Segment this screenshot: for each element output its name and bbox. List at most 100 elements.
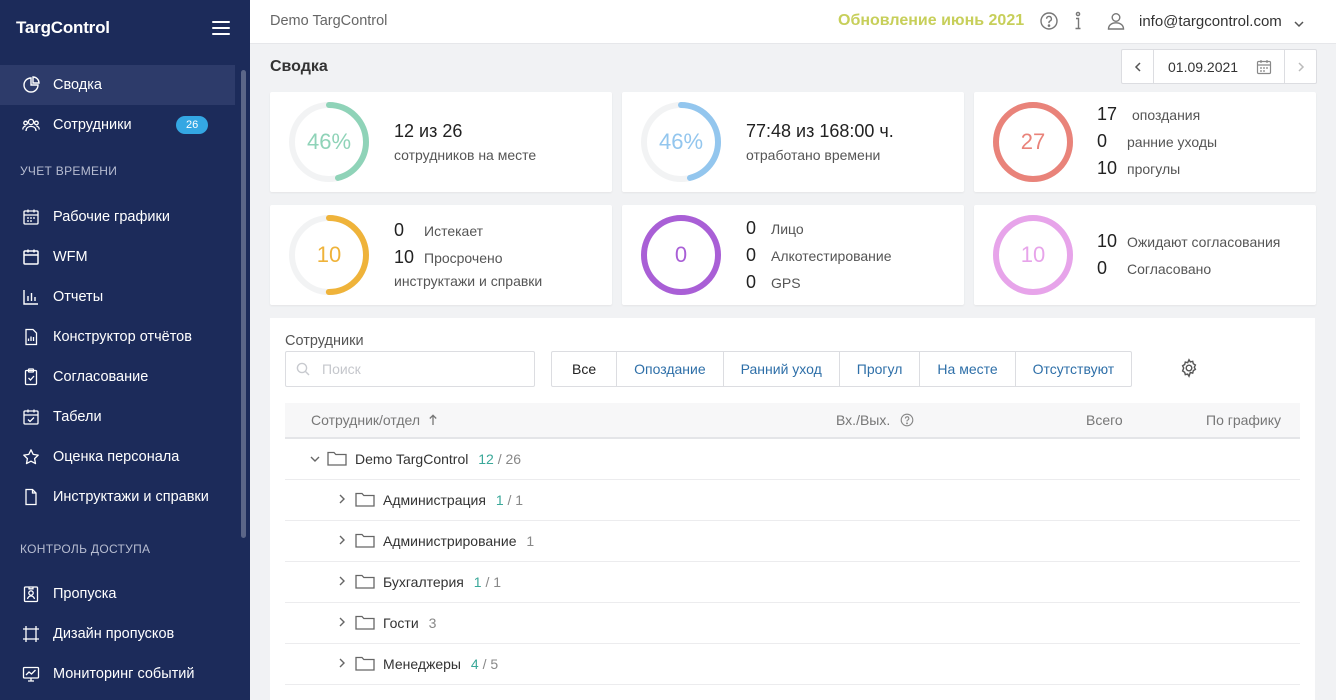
filter-missing[interactable]: Отсутствуют (1014, 352, 1132, 386)
worked-percent: 46% (658, 129, 704, 154)
filter-all[interactable]: Все (552, 352, 616, 386)
stat-label: прогулы (1127, 161, 1181, 177)
column-schedule[interactable]: По графику (1206, 412, 1281, 428)
column-employee-label: Сотрудник/отдел (311, 412, 420, 428)
employees-table: Сотрудник/отдел Вх./Вых. Всего По график… (285, 403, 1300, 685)
sidebar-item-briefings[interactable]: Инструктажи и справки (0, 477, 235, 517)
column-inout[interactable]: Вх./Вых. (836, 412, 914, 428)
column-employee[interactable]: Сотрудник/отдел (311, 412, 438, 428)
chevron-down-icon[interactable] (1293, 16, 1305, 34)
approvals-ring: 10 (992, 214, 1074, 296)
chevron-right-icon (339, 658, 345, 668)
card-verification[interactable]: 0 0 Лицо 0 Алкотестирование 0 GPS (622, 205, 964, 305)
violations-total: 27 (1020, 129, 1046, 154)
nav-main: Сводка Сотрудники 26 (0, 65, 250, 145)
card-violations[interactable]: 27 17 опоздания 0 ранние уходы 10 прогул… (974, 92, 1316, 192)
sidebar-item-label: Оценка персонала (53, 449, 180, 465)
badge-icon (22, 585, 40, 603)
prev-date-button[interactable] (1122, 50, 1154, 83)
company-name[interactable]: Demo TargControl (270, 13, 387, 29)
stat-num: 0 (1097, 258, 1108, 278)
filter-early-leave[interactable]: Ранний уход (722, 352, 839, 386)
sidebar-item-report-builder[interactable]: Конструктор отчётов (0, 317, 235, 357)
column-total[interactable]: Всего (1086, 412, 1123, 428)
worked-value: 77:48 из 168:00 ч. (746, 121, 894, 141)
briefings-label: инструктажи и справки (394, 273, 543, 289)
filter-absence[interactable]: Прогул (838, 352, 920, 386)
sidebar-item-reports[interactable]: Отчеты (0, 277, 235, 317)
date-input[interactable]: 01.09.2021 (1154, 50, 1284, 83)
column-inout-label: Вх./Вых. (836, 412, 891, 428)
sidebar-item-timesheets[interactable]: Табели (0, 397, 235, 437)
stat-label: Просрочено (424, 250, 503, 266)
sidebar-item-pass-design[interactable]: Дизайн пропусков (0, 614, 235, 654)
sort-up-icon (429, 414, 437, 425)
next-date-button[interactable] (1284, 50, 1316, 83)
card-worked-time[interactable]: 46% 77:48 из 168:00 ч. отработано времен… (622, 92, 964, 192)
sidebar: TargControl Сводка Сотрудники 26 УЧЕТ ВР… (0, 0, 250, 700)
stat-num: 10 (1097, 158, 1118, 178)
search-box[interactable] (285, 351, 535, 387)
total-count: 5 (490, 656, 499, 672)
help-icon[interactable] (1039, 11, 1059, 36)
section-label-access: КОНТРОЛЬ ДОСТУПА (20, 542, 151, 556)
table-row[interactable]: Администрирование 1 (285, 521, 1300, 562)
sidebar-item-passes[interactable]: Пропуска (0, 574, 235, 614)
employees-panel: Сотрудники Все Опоздание Ранний уход Про… (270, 318, 1315, 700)
gear-icon[interactable] (1179, 358, 1199, 383)
search-input[interactable] (322, 361, 522, 377)
sidebar-item-employees[interactable]: Сотрудники 26 (0, 105, 235, 145)
table-row[interactable]: Администрация 1 / 1 (285, 480, 1300, 521)
department-name: Администрирование (383, 533, 517, 549)
stat-absence: 10 прогулы (1097, 158, 1180, 179)
chevron-right-icon (339, 535, 345, 545)
stat-label: ранние уходы (1127, 134, 1218, 150)
info-icon[interactable] (1072, 11, 1084, 36)
department-name: Бухгалтерия (383, 574, 464, 590)
verification-total: 0 (674, 242, 688, 267)
star-icon (22, 448, 40, 466)
sidebar-item-approval[interactable]: Согласование (0, 357, 235, 397)
design-icon (22, 625, 40, 643)
user-icon[interactable] (1106, 11, 1126, 36)
table-row[interactable]: Менеджеры 4 / 5 (285, 644, 1300, 685)
sidebar-item-evaluation[interactable]: Оценка персонала (0, 437, 235, 477)
table-row-root[interactable]: Demo TargControl 12 / 26 (285, 439, 1300, 480)
menu-icon[interactable] (212, 21, 230, 35)
sidebar-scrollbar[interactable] (241, 70, 246, 538)
sidebar-item-label: Сотрудники (53, 117, 132, 133)
employees-count-badge: 26 (176, 116, 209, 134)
sidebar-item-summary[interactable]: Сводка (0, 65, 235, 105)
card-presence[interactable]: 46% 12 из 26 сотрудников на месте (270, 92, 612, 192)
sidebar-item-label: Пропуска (53, 586, 117, 602)
logo[interactable]: TargControl (16, 18, 110, 38)
sidebar-item-label: Мониторинг событий (53, 666, 195, 682)
stat-alcohol: 0 Алкотестирование (746, 245, 892, 266)
card-briefings[interactable]: 10 0 Истекает 10 Просрочено инструктажи … (270, 205, 612, 305)
sidebar-item-work-schedules[interactable]: Рабочие графики (0, 197, 235, 237)
table-row[interactable]: Бухгалтерия 1 / 1 (285, 562, 1300, 603)
stat-num: 17 (1097, 104, 1118, 124)
stat-num: 10 (1097, 231, 1118, 251)
stat-late: 17 опоздания (1097, 104, 1200, 125)
employees-title: Сотрудники (285, 333, 364, 349)
update-link[interactable]: Обновление июнь 2021 (838, 12, 1024, 30)
stat-pending: 10 Ожидают согласования (1097, 231, 1280, 252)
card-approvals[interactable]: 10 10 Ожидают согласования 0 Согласовано (974, 205, 1316, 305)
calendar-icon (1256, 59, 1272, 74)
folder-icon (355, 492, 375, 507)
sidebar-item-event-monitoring[interactable]: Мониторинг событий (0, 654, 235, 694)
date-value: 01.09.2021 (1168, 58, 1239, 75)
user-email[interactable]: info@targcontrol.com (1139, 13, 1282, 30)
table-row[interactable]: Гости 3 (285, 603, 1300, 644)
violations-ring: 27 (992, 101, 1074, 183)
stat-label: Ожидают согласования (1127, 234, 1281, 250)
filter-present[interactable]: На месте (919, 352, 1014, 386)
chevron-right-icon (339, 617, 345, 627)
stat-label: Лицо (771, 221, 804, 237)
chevron-right-icon (339, 494, 345, 504)
presence-label: сотрудников на месте (394, 147, 537, 163)
stat-label: Алкотестирование (771, 248, 892, 264)
sidebar-item-wfm[interactable]: WFM (0, 237, 235, 277)
filter-late[interactable]: Опоздание (616, 352, 723, 386)
